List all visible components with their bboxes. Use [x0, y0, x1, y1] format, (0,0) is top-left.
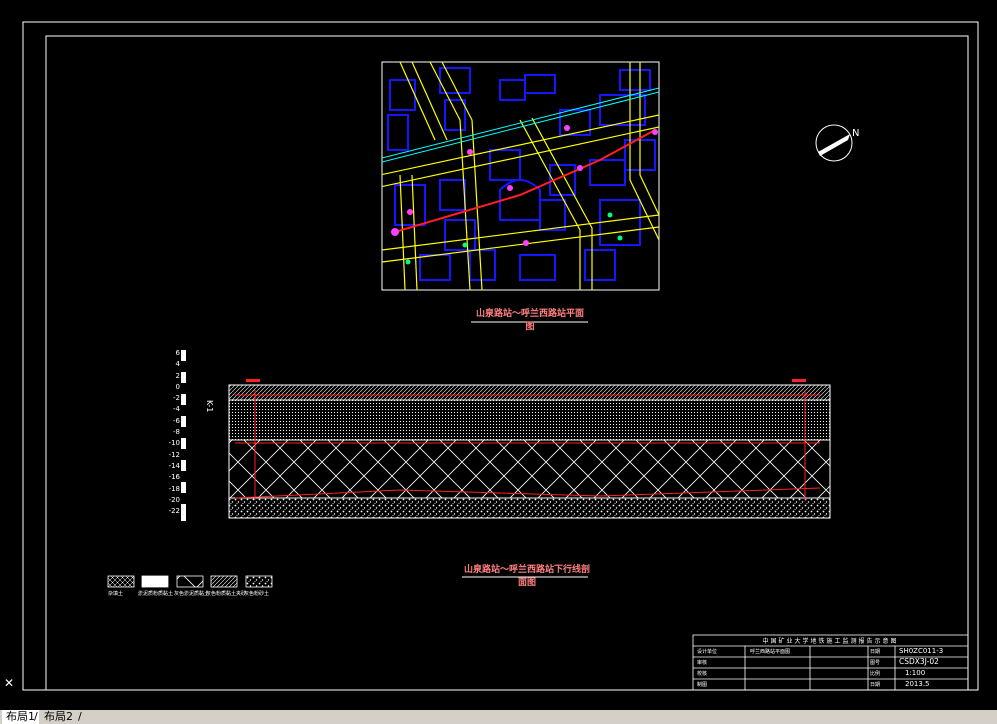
elevation-label: 2 [175, 371, 180, 380]
elevation-label: -20 [168, 495, 180, 504]
geological-section [181, 350, 831, 521]
elevation-label: 4 [175, 360, 180, 369]
section-title: 山泉路站～呼兰西路站下行线剖面图 [463, 565, 590, 588]
cad-drawing: N [22, 21, 979, 691]
title-block-cell: 呼兰西路站平面图 [750, 649, 791, 655]
elevation-label: -2 [173, 394, 180, 403]
tab-layout2-label: 布局2 [44, 710, 73, 723]
drawing-canvas[interactable]: N 山泉路站～呼兰西路站平面图 山泉路站～呼兰西路站下行线剖面图 6 4 2 0… [0, 0, 997, 710]
title-block-cell: 比例 [870, 671, 881, 677]
legend-label: 灰色粉质黏土夹砂 [206, 591, 247, 597]
section-marker-label: K-1 [205, 400, 214, 413]
elevation-label: 0 [175, 382, 180, 391]
plan-map [381, 61, 660, 291]
legend: 杂填土 淤泥质粉质黏土 灰色淤泥质黏土 灰色粉质黏土夹砂 灰色粉砂土 [102, 590, 282, 602]
elevation-label: -16 [168, 473, 180, 482]
tab-layout2[interactable]: 布局2 [40, 710, 77, 724]
elevation-axis: 6 4 2 0 -2 -4 -6 -8 -10 -12 -14 -16 -18 -20 -22 [160, 348, 180, 517]
elevation-label: 6 [175, 349, 180, 357]
elevation-label: -14 [168, 461, 180, 470]
elevation-label: -18 [168, 484, 180, 493]
legend-label: 杂填土 [108, 591, 124, 597]
title-block-cell: 设计单位 [697, 649, 718, 655]
elevation-label: -6 [173, 416, 180, 425]
legend-label: 淤泥质粉质黏土 [138, 591, 174, 597]
layout-tab-bar: 布局1 布局2 / / [0, 710, 997, 724]
ucs-icon: ✕ [4, 676, 15, 690]
elevation-label: -8 [173, 428, 180, 437]
elevation-label: -4 [173, 405, 180, 414]
legend-swatches [107, 575, 273, 588]
title-block-cell: 图号 [870, 660, 881, 666]
tab-separator: / [34, 710, 38, 723]
title-block-header: 中国矿业大学地铁施工监测报告示意图 [762, 638, 899, 645]
title-block-cell: 审核 [697, 660, 708, 666]
title-block-cell: 制图 [697, 682, 708, 688]
title-block-cell: 校核 [697, 671, 708, 677]
plan-title: 山泉路站～呼兰西路站平面图 [475, 309, 584, 332]
title-block-cell: 日期 [870, 682, 881, 688]
title-block-cell: 日期 [870, 649, 881, 655]
elevation-label: -12 [168, 450, 180, 459]
legend-label: 灰色淤泥质黏土 [174, 591, 210, 597]
north-arrow-icon: N [815, 124, 859, 162]
title-block-code: SH0ZC011-3 [899, 647, 944, 655]
legend-label: 灰色粉砂土 [244, 591, 270, 597]
title-block-date: 2013.5 [905, 680, 930, 688]
elevation-label: -22 [168, 507, 180, 516]
title-block-scale: 1:100 [905, 669, 926, 677]
title-block-drawing-no: CSDX3J-02 [899, 657, 939, 666]
tab-separator-2: / [78, 710, 82, 723]
elevation-label: -10 [168, 439, 180, 448]
tab-layout1-label: 布局1 [6, 710, 35, 723]
svg-text:N: N [852, 128, 859, 139]
